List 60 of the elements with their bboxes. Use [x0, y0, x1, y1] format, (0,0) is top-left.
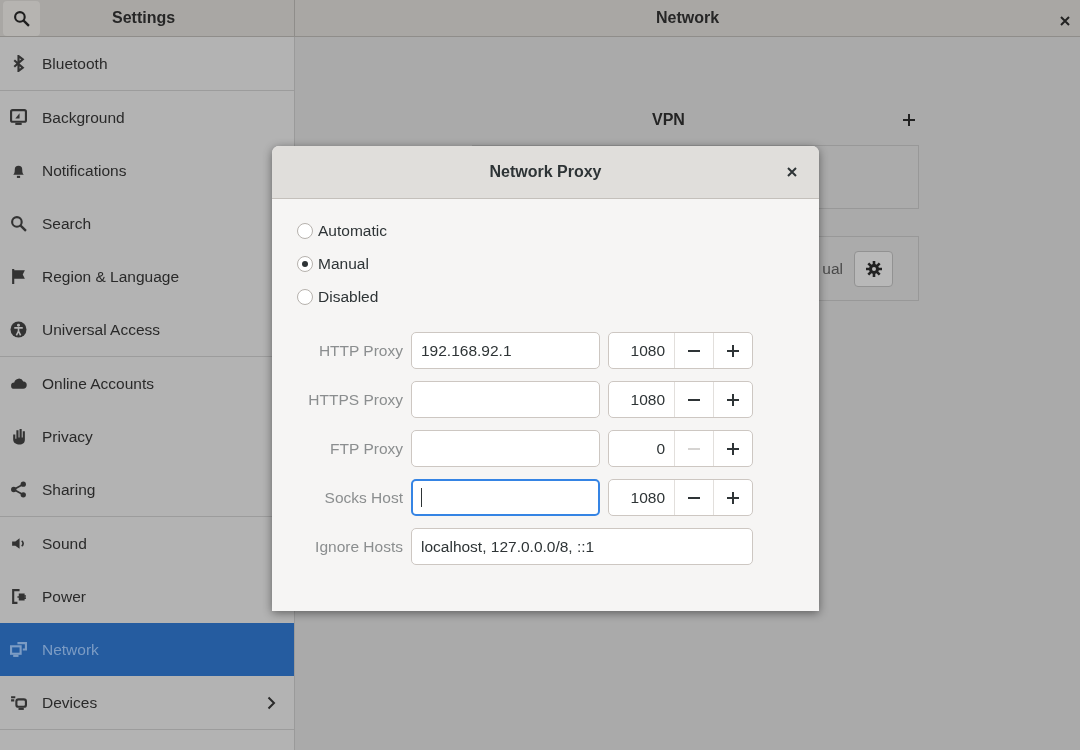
search-button[interactable] — [3, 0, 40, 36]
minus-icon — [688, 349, 700, 352]
power-plug-icon — [10, 588, 27, 605]
sidebar-item[interactable]: Sound — [0, 517, 294, 570]
search-icon — [10, 215, 27, 232]
plus-icon — [727, 344, 739, 357]
radio-button[interactable] — [297, 289, 313, 305]
hand-icon — [10, 428, 27, 445]
input-field[interactable]: 192.168.92.1 — [411, 332, 600, 369]
radio-label[interactable]: Automatic — [318, 222, 387, 240]
plus-icon — [727, 393, 739, 406]
radio-label[interactable]: Disabled — [318, 288, 379, 306]
sidebar-title: Settings — [112, 9, 176, 27]
input-field[interactable]: localhost, 127.0.0.0/8, ::1 — [411, 528, 753, 565]
field-label: HTTP Proxy — [317, 341, 403, 360]
number-field[interactable]: 0 — [609, 431, 674, 466]
sidebar-item[interactable]: Online Accounts — [0, 357, 294, 410]
share-icon — [10, 481, 27, 498]
sidebar-item[interactable]: Search — [0, 197, 294, 250]
number-field[interactable]: 1080 — [609, 333, 674, 368]
sidebar-item[interactable]: Power — [0, 570, 294, 623]
number-field[interactable]: 1080 — [609, 480, 674, 515]
devices-icon — [10, 694, 27, 711]
minus-icon — [688, 447, 700, 450]
radio-button[interactable] — [297, 223, 313, 239]
sidebar-item[interactable]: Devices — [0, 676, 294, 729]
dialog-title: Network Proxy — [489, 163, 602, 181]
sidebar-item[interactable]: Privacy — [0, 410, 294, 463]
proxy-status: ual — [822, 259, 843, 278]
flag-icon — [10, 268, 27, 285]
settings-icon — [865, 260, 882, 277]
speaker-icon — [10, 535, 27, 552]
close-icon — [1060, 16, 1070, 26]
input-field[interactable] — [411, 479, 600, 516]
minus-icon — [688, 496, 700, 499]
plus-icon — [727, 491, 739, 504]
number-field[interactable]: 1080 — [609, 382, 674, 417]
settings-button[interactable] — [854, 250, 893, 287]
field-label: FTP Proxy — [329, 439, 403, 458]
section-title: VPN — [652, 111, 685, 129]
search-icon — [13, 9, 30, 27]
accessibility-icon — [10, 321, 27, 338]
field-label: Socks Host — [323, 488, 403, 507]
input-field[interactable] — [411, 430, 600, 467]
sidebar-item[interactable]: Background — [0, 91, 294, 144]
plus-icon — [903, 114, 915, 126]
plus-icon — [727, 442, 739, 455]
radio-label[interactable]: Manual — [318, 255, 369, 273]
field-label: HTTPS Proxy — [307, 390, 403, 409]
radio-button[interactable] — [297, 256, 313, 272]
sidebar-item[interactable]: Bluetooth — [0, 37, 294, 90]
monitor-icon — [10, 109, 27, 126]
network-icon — [10, 641, 27, 658]
input-field[interactable] — [411, 381, 600, 418]
window-title: Network — [655, 9, 720, 27]
field-label: Ignore Hosts — [314, 537, 403, 556]
close-icon — [787, 167, 797, 177]
minus-icon — [688, 398, 700, 401]
sidebar-item[interactable]: Notifications — [0, 144, 294, 197]
sidebar-item[interactable]: Region & Language — [0, 250, 294, 303]
